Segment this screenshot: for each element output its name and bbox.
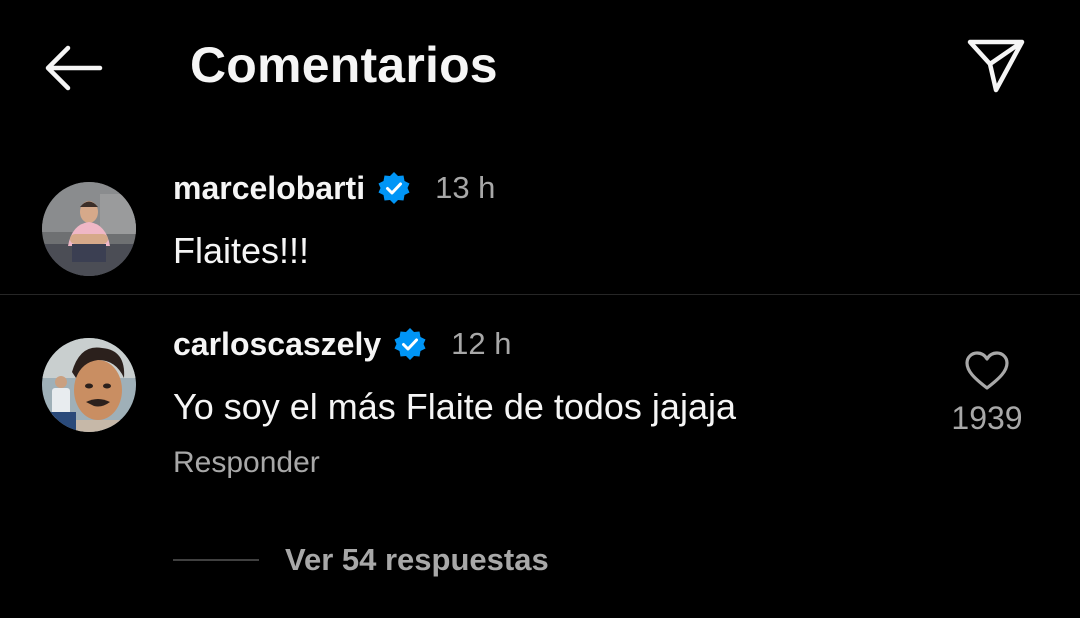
comment-text: Yo soy el más Flaite de todos jajaja — [173, 386, 736, 427]
verified-badge-icon — [378, 172, 410, 204]
view-replies-label: Ver 54 respuestas — [285, 542, 549, 577]
comment-text: Flaites!!! — [173, 230, 310, 271]
comment-item: marcelobarti 13 h Flaites!!! — [0, 160, 1080, 294]
comment-timestamp: 13 h — [435, 170, 496, 205]
comment-meta: carloscaszely 12 h — [173, 324, 512, 364]
page-title: Comentarios — [190, 37, 498, 93]
like-button[interactable] — [964, 350, 1010, 392]
comment-timestamp: 12 h — [451, 326, 512, 361]
arrow-left-icon — [45, 45, 103, 91]
verified-badge-icon — [394, 328, 426, 360]
header-bar: Comentarios — [0, 0, 1080, 132]
avatar[interactable] — [42, 338, 136, 432]
share-button[interactable] — [962, 36, 1028, 98]
username[interactable]: carloscaszely — [173, 326, 381, 363]
comment-meta: marcelobarti 13 h — [173, 168, 495, 208]
avatar[interactable] — [42, 182, 136, 276]
reply-button[interactable]: Responder — [173, 446, 320, 480]
heart-icon — [965, 351, 1009, 390]
paper-plane-icon — [967, 39, 1025, 93]
replies-line — [173, 559, 259, 561]
comments-screen: Comentarios marcelobarti 13 h Flaites!!!… — [0, 0, 1080, 618]
view-replies-button[interactable]: Ver 54 respuestas — [173, 538, 549, 582]
like-count: 1939 — [951, 400, 1023, 436]
comment-item: carloscaszely 12 h Yo soy el más Flaite … — [0, 316, 1080, 516]
back-button[interactable] — [40, 42, 106, 94]
username[interactable]: marcelobarti — [173, 170, 365, 207]
divider — [0, 294, 1080, 295]
